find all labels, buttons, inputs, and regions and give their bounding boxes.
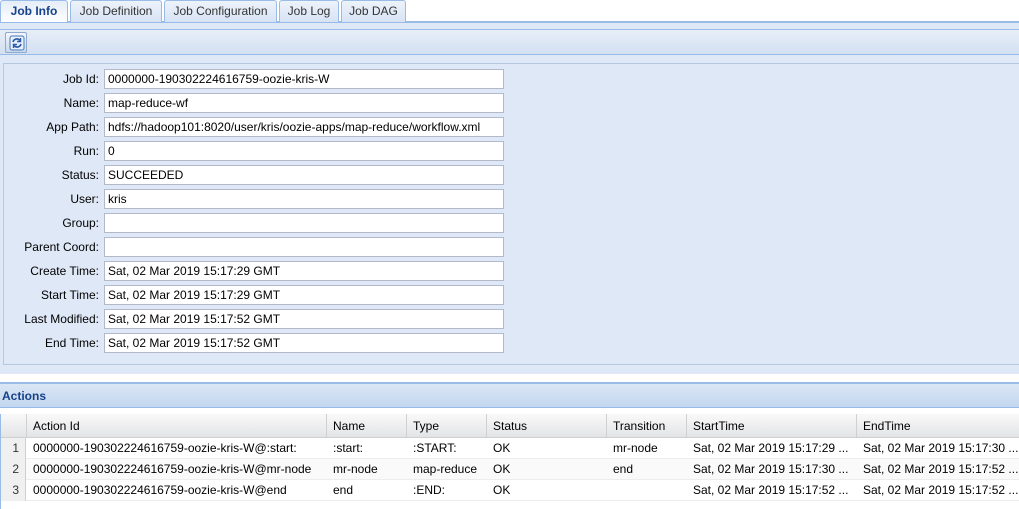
- column-header-starttime[interactable]: StartTime: [687, 414, 857, 438]
- tab-job-configuration[interactable]: Job Configuration: [164, 0, 277, 22]
- tab-job-log[interactable]: Job Log: [279, 0, 339, 22]
- tab-job-dag[interactable]: Job DAG: [341, 0, 406, 22]
- cell-name: :start:: [333, 441, 364, 455]
- tab-job-definition[interactable]: Job Definition: [70, 0, 162, 22]
- field-create-time: Create Time: Sat, 02 Mar 2019 15:17:29 G…: [4, 261, 604, 281]
- cell-transition: [607, 480, 687, 501]
- refresh-icon: [9, 35, 25, 51]
- cell-action-id: 0000000-190302224616759-oozie-kris-W@mr-…: [33, 462, 312, 476]
- field-label: Create Time:: [30, 264, 99, 278]
- parent-coord-field[interactable]: [104, 237, 504, 257]
- field-label: Run:: [73, 144, 99, 158]
- field-start-time: Start Time: Sat, 02 Mar 2019 15:17:29 GM…: [4, 285, 604, 305]
- cell-endtime: Sat, 02 Mar 2019 15:17:52 ...: [863, 462, 1019, 476]
- field-app-path: App Path: hdfs://hadoop101:8020/user/kri…: [4, 117, 604, 137]
- field-name: Name: map-reduce-wf: [4, 93, 604, 113]
- field-label: Group:: [62, 216, 99, 230]
- start-time-field[interactable]: Sat, 02 Mar 2019 15:17:29 GMT: [104, 285, 504, 305]
- cell-name: mr-node: [333, 462, 378, 476]
- row-number: 3: [1, 480, 26, 501]
- job-id-field[interactable]: 0000000-190302224616759-oozie-kris-W: [104, 69, 504, 89]
- field-label: Status:: [61, 168, 99, 182]
- field-status: Status: SUCCEEDED: [4, 165, 604, 185]
- actions-grid: Action Id Name Type Status Transition St…: [0, 414, 1019, 509]
- actions-title: Actions: [2, 389, 47, 403]
- tab-job-info[interactable]: Job Info: [0, 0, 68, 23]
- field-label: User:: [70, 192, 99, 206]
- name-field[interactable]: map-reduce-wf: [104, 93, 504, 113]
- table-row[interactable]: 2 0000000-190302224616759-oozie-kris-W@m…: [1, 459, 1019, 480]
- field-label: Name:: [63, 96, 99, 110]
- row-number-header: [1, 414, 27, 438]
- cell-endtime: Sat, 02 Mar 2019 15:17:30 ...: [863, 441, 1019, 455]
- cell-starttime: Sat, 02 Mar 2019 15:17:30 ...: [693, 462, 849, 476]
- create-time-field[interactable]: Sat, 02 Mar 2019 15:17:29 GMT: [104, 261, 504, 281]
- last-modified-field[interactable]: Sat, 02 Mar 2019 15:17:52 GMT: [104, 309, 504, 329]
- cell-endtime: Sat, 02 Mar 2019 15:17:52 ...: [863, 483, 1019, 497]
- field-label: End Time:: [44, 336, 99, 350]
- user-field[interactable]: kris: [104, 189, 504, 209]
- row-number: 1: [1, 438, 26, 459]
- cell-starttime: Sat, 02 Mar 2019 15:17:29 ...: [693, 441, 849, 455]
- column-header-name[interactable]: Name: [327, 414, 407, 438]
- field-run: Run: 0: [4, 141, 604, 161]
- group-field[interactable]: [104, 213, 504, 233]
- field-label: Parent Coord:: [24, 240, 99, 254]
- column-header-endtime[interactable]: EndTime: [857, 414, 1019, 438]
- cell-status: OK: [493, 462, 511, 476]
- cell-type: map-reduce: [413, 462, 478, 476]
- field-label: Start Time:: [40, 288, 99, 302]
- cell-action-id: 0000000-190302224616759-oozie-kris-W@:st…: [33, 441, 297, 455]
- row-number: 2: [1, 459, 26, 480]
- cell-type: :START:: [413, 441, 457, 455]
- table-row[interactable]: 3 0000000-190302224616759-oozie-kris-W@e…: [1, 480, 1019, 501]
- status-field[interactable]: SUCCEEDED: [104, 165, 504, 185]
- column-header-type[interactable]: Type: [407, 414, 487, 438]
- cell-type: :END:: [413, 483, 446, 497]
- field-group: Group:: [4, 213, 604, 233]
- field-user: User: kris: [4, 189, 604, 209]
- column-header-transition[interactable]: Transition: [607, 414, 687, 438]
- field-label: App Path:: [46, 120, 99, 134]
- job-info-panel: Job Id: 0000000-190302224616759-oozie-kr…: [0, 22, 1019, 374]
- tab-bar: Job Info Job Definition Job Configuratio…: [0, 0, 1019, 23]
- field-end-time: End Time: Sat, 02 Mar 2019 15:17:52 GMT: [4, 333, 604, 353]
- cell-name: end: [333, 483, 354, 497]
- field-parent-coord: Parent Coord:: [4, 237, 604, 257]
- cell-status: OK: [493, 483, 511, 497]
- actions-panel-header: Actions: [0, 382, 1019, 408]
- column-header-action-id[interactable]: Action Id: [27, 414, 327, 438]
- field-label: Job Id:: [62, 72, 99, 86]
- field-last-modified: Last Modified: Sat, 02 Mar 2019 15:17:52…: [4, 309, 604, 329]
- refresh-button[interactable]: [5, 32, 27, 53]
- table-row[interactable]: 1 0000000-190302224616759-oozie-kris-W@:…: [1, 438, 1019, 459]
- column-header-status[interactable]: Status: [487, 414, 607, 438]
- app-path-field[interactable]: hdfs://hadoop101:8020/user/kris/oozie-ap…: [104, 117, 504, 137]
- cell-transition: end: [613, 462, 634, 476]
- run-field[interactable]: 0: [104, 141, 504, 161]
- cell-starttime: Sat, 02 Mar 2019 15:17:52 ...: [693, 483, 849, 497]
- end-time-field[interactable]: Sat, 02 Mar 2019 15:17:52 GMT: [104, 333, 504, 353]
- field-job-id: Job Id: 0000000-190302224616759-oozie-kr…: [4, 69, 604, 89]
- grid-header: Action Id Name Type Status Transition St…: [1, 414, 1019, 438]
- field-label: Last Modified:: [24, 312, 99, 326]
- job-info-toolbar: [0, 29, 1019, 55]
- cell-action-id: 0000000-190302224616759-oozie-kris-W@end: [33, 483, 287, 497]
- cell-transition: mr-node: [613, 441, 658, 455]
- cell-status: OK: [493, 441, 511, 455]
- job-info-form: Job Id: 0000000-190302224616759-oozie-kr…: [3, 63, 1019, 365]
